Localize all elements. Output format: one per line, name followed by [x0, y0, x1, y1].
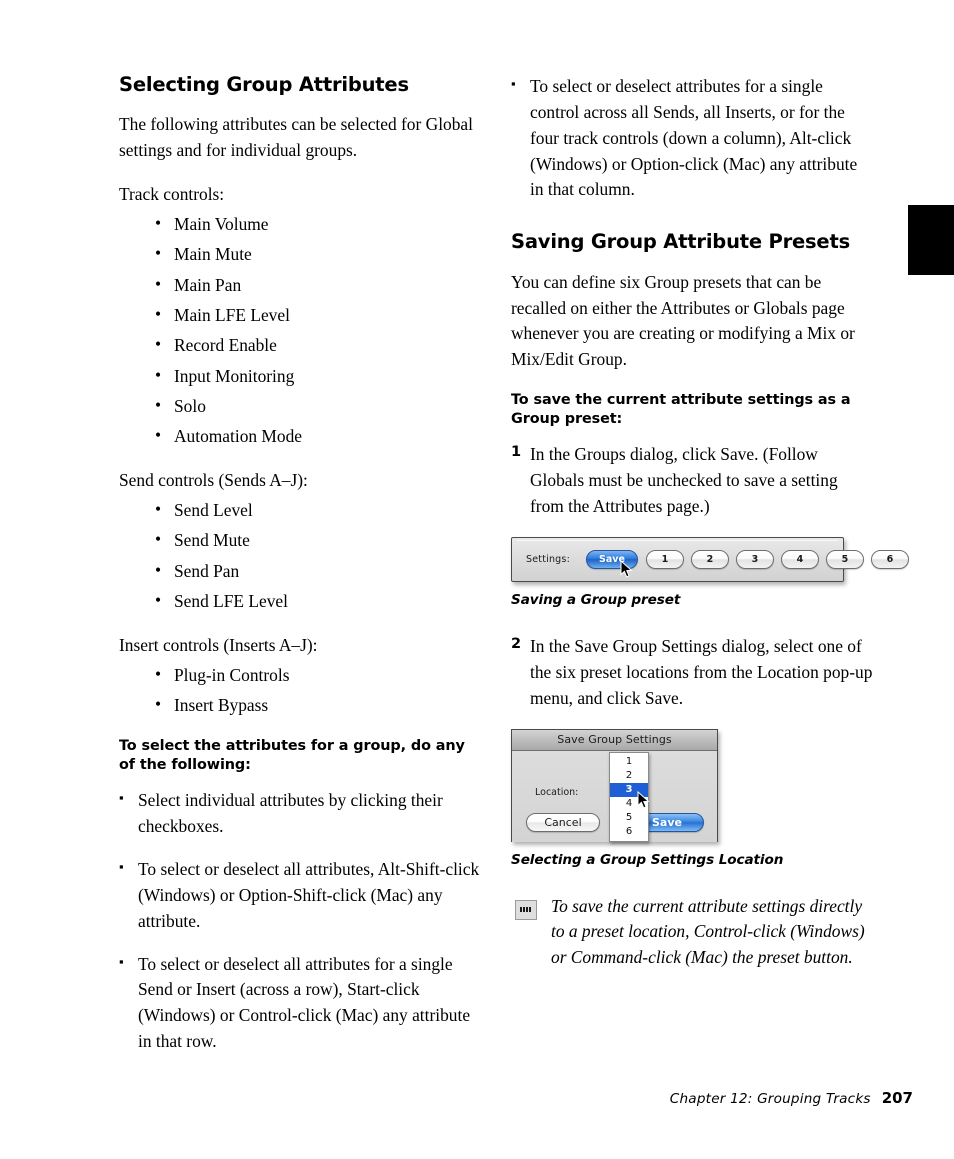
menu-item-1[interactable]: 1 — [610, 755, 648, 769]
procedure-item: To select or deselect all attributes for… — [119, 952, 481, 1055]
dialog-title-bar: Save Group Settings — [512, 729, 717, 751]
section-intro: You can define six Group presets that ca… — [511, 271, 855, 370]
track-controls-label: Track controls: — [119, 184, 225, 205]
page-title: Selecting Group Attributes — [119, 73, 409, 96]
preset-button-2[interactable]: 2 — [690, 550, 729, 569]
send-controls-list: Send Level Send Mute Send Pan Send LFE L… — [119, 497, 481, 615]
list-item: Plug-in Controls — [155, 662, 481, 689]
figure-caption-saving-preset: Saving a Group preset — [511, 592, 681, 608]
preset-label: 6 — [886, 554, 894, 565]
preset-button-4[interactable]: 4 — [780, 550, 819, 569]
list-item: Send Level — [155, 497, 481, 524]
cancel-button[interactable]: Cancel — [526, 812, 600, 832]
preset-label: 3 — [751, 554, 759, 565]
preset-button-6[interactable]: 6 — [870, 550, 909, 569]
insert-controls-list: Plug-in Controls Insert Bypass — [119, 662, 481, 719]
tip-note: To save the current attribute settings d… — [511, 894, 873, 971]
list-item: Insert Bypass — [155, 692, 481, 719]
list-item: Send LFE Level — [155, 588, 481, 615]
procedure-item-continued: To select or deselect attributes for a s… — [511, 74, 873, 203]
menu-item-4[interactable]: 4 — [610, 797, 648, 811]
footer-page-number: 207 — [881, 1089, 913, 1107]
menu-item-3-selected[interactable]: 3 — [610, 782, 648, 797]
right-column: To select or deselect attributes for a s… — [511, 74, 909, 971]
step-1: 1 In the Groups dialog, click Save. (Foll… — [511, 442, 873, 520]
step-text: In the Groups dialog, click Save. (Follo… — [530, 444, 838, 517]
step-number: 2 — [511, 636, 522, 652]
list-item: Main Mute — [155, 241, 481, 268]
intro-paragraph: The following attributes can be selected… — [119, 114, 473, 161]
procedure-item: Select individual attributes by clicking… — [119, 788, 481, 840]
insert-controls-label: Insert controls (Inserts A–J): — [119, 634, 318, 655]
figure-settings-bar: Settings: Save 1 2 3 4 5 6 — [511, 537, 909, 582]
menu-item-5[interactable]: 5 — [610, 811, 648, 825]
preset-label: 2 — [706, 554, 714, 565]
page-footer: Chapter 12: Grouping Tracks 207 — [670, 1089, 913, 1107]
location-label: Location: — [535, 786, 579, 798]
left-column: Selecting Group Attributes The following… — [119, 74, 481, 1072]
list-item: Main LFE Level — [155, 302, 481, 329]
list-item: Solo — [155, 393, 481, 420]
list-item: Input Monitoring — [155, 363, 481, 390]
procedure-item: To select or deselect all attributes, Al… — [119, 857, 481, 935]
footer-chapter-title: Chapter 12: Grouping Tracks — [669, 1091, 871, 1107]
figure-caption-selecting-location: Selecting a Group Settings Location — [511, 851, 784, 868]
list-item: Main Volume — [155, 211, 481, 238]
save-button-label: Save — [652, 815, 682, 829]
document-page: Selecting Group Attributes The following… — [0, 0, 954, 1159]
preset-label: 5 — [841, 554, 849, 565]
dialog-body: Location: Cancel Save 1 2 3 4 5 6 — [512, 750, 717, 842]
list-item: Send Pan — [155, 558, 481, 585]
list-item: Main Pan — [155, 272, 481, 299]
location-popup-menu[interactable]: 1 2 3 4 5 6 — [609, 751, 649, 842]
preset-label: 1 — [661, 554, 669, 565]
tip-text: To save the current attribute settings d… — [551, 895, 865, 968]
menu-item-label: 1 — [625, 756, 633, 768]
menu-item-label: 6 — [625, 826, 633, 838]
menu-item-label: 2 — [625, 770, 633, 782]
procedure-heading-save-preset: To save the current attribute settings a… — [511, 392, 851, 427]
list-item: Automation Mode — [155, 423, 481, 450]
section-heading-saving-presets: Saving Group Attribute Presets — [511, 230, 850, 254]
preset-button-1[interactable]: 1 — [645, 550, 684, 569]
shortcut-tip-icon — [515, 899, 537, 920]
settings-label: Settings: — [526, 554, 570, 565]
step-number: 1 — [511, 444, 522, 461]
menu-item-6[interactable]: 6 — [610, 825, 648, 839]
preset-button-3[interactable]: 3 — [735, 550, 774, 569]
step-text: In the Save Group Settings dialog, selec… — [530, 636, 873, 708]
menu-item-label: 4 — [625, 798, 633, 810]
cancel-button-label: Cancel — [544, 815, 582, 829]
menu-item-label: 3 — [625, 784, 633, 796]
chapter-thumb-tab — [908, 205, 954, 275]
send-controls-label: Send controls (Sends A–J): — [119, 470, 308, 491]
dialog-title: Save Group Settings — [557, 733, 672, 747]
list-item: Send Mute — [155, 527, 481, 554]
figure-save-group-settings-dialog: Save Group Settings Location: Cancel Sav… — [511, 728, 718, 842]
shortcut-tip-glyph — [520, 907, 532, 913]
save-preset-button[interactable]: Save — [585, 550, 638, 569]
menu-item-2[interactable]: 2 — [610, 769, 648, 783]
save-button-label: Save — [599, 554, 625, 565]
preset-button-5[interactable]: 5 — [825, 550, 864, 569]
preset-label: 4 — [796, 554, 804, 565]
list-item: Record Enable — [155, 332, 481, 359]
step-2: 2 In the Save Group Settings dialog, sele… — [511, 634, 873, 712]
procedure-heading: To select the attributes for a group, do… — [119, 737, 465, 773]
track-controls-list: Main Volume Main Mute Main Pan Main LFE … — [119, 211, 481, 450]
menu-item-label: 5 — [625, 812, 633, 824]
